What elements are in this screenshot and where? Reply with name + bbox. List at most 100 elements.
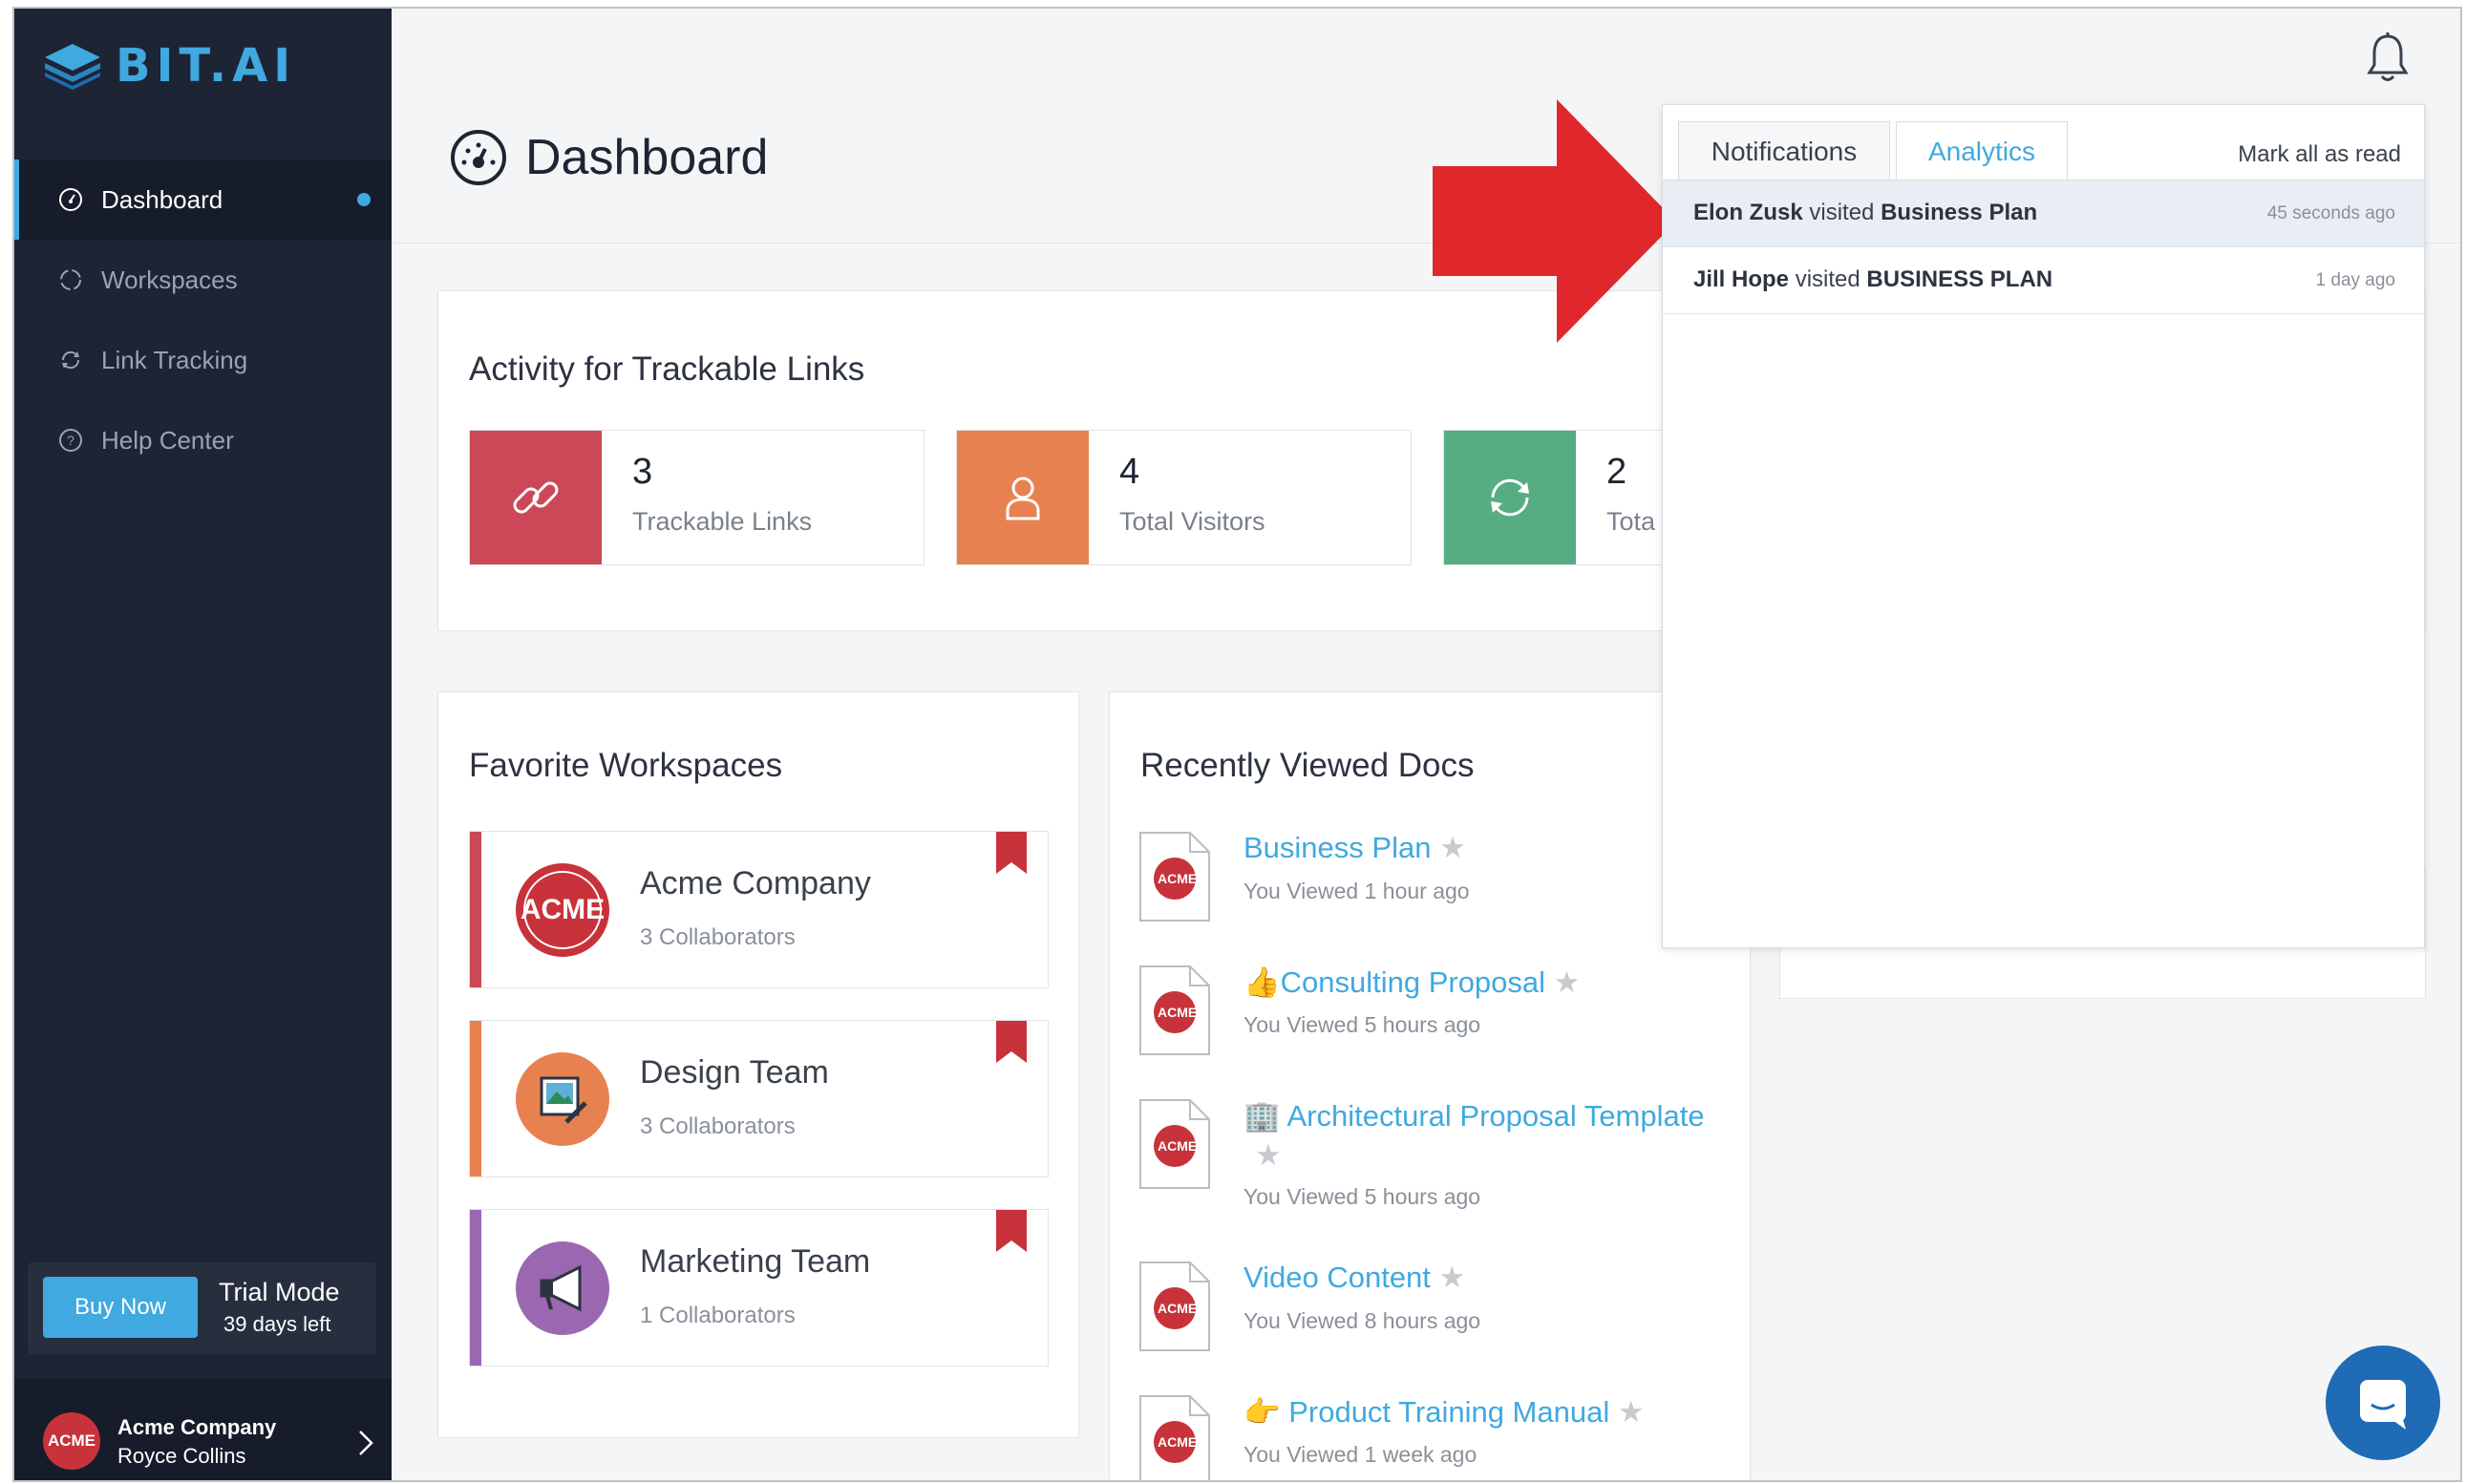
stat-icon-box xyxy=(957,431,1089,564)
file-badge-text: ACME xyxy=(1158,1434,1198,1450)
avatar: ACME xyxy=(516,863,609,957)
notification-text: Elon Zusk visited Business Plan xyxy=(1693,200,2037,226)
bookmark-icon[interactable] xyxy=(996,1210,1027,1252)
avatar xyxy=(516,1052,609,1146)
logo-text: BIT.AI xyxy=(116,39,297,93)
page-title: Dashboard xyxy=(449,128,768,187)
doc-title: 👉 Product Training Manual xyxy=(1244,1395,1610,1429)
file-badge-text: ACME xyxy=(1158,871,1198,886)
star-icon[interactable]: ★ xyxy=(1439,831,1466,864)
notification-text: Jill Hope visited BUSINESS PLAN xyxy=(1693,266,2052,293)
stat-label: Total Visitors xyxy=(1119,507,1265,536)
sidebar-item-help-center[interactable]: ? Help Center xyxy=(14,400,392,480)
sidebar-item-label: Dashboard xyxy=(101,184,223,214)
notification-doc: Business Plan xyxy=(1881,200,2038,225)
notification-item[interactable]: Jill Hope visited BUSINESS PLAN 1 day ag… xyxy=(1663,247,2424,314)
workspace-color-bar xyxy=(470,1021,481,1177)
page-title-text: Dashboard xyxy=(525,130,769,185)
dashboard-icon xyxy=(451,130,506,185)
star-icon[interactable]: ★ xyxy=(1554,965,1581,999)
brand-logo[interactable]: BIT.AI xyxy=(43,37,296,95)
trial-days-left: 39 days left xyxy=(223,1312,331,1336)
doc-title-link[interactable]: 🏢 Architectural Proposal Template xyxy=(1244,1098,1705,1134)
notifications-popup: Notifications Analytics Mark all as read… xyxy=(1662,104,2425,948)
workspace-card-design-team[interactable]: Design Team 3 Collaborators xyxy=(469,1020,1049,1177)
doc-title: 🏢 Architectural Proposal Template xyxy=(1244,1099,1705,1133)
user-icon xyxy=(1006,477,1040,520)
notification-doc: BUSINESS PLAN xyxy=(1866,266,2053,292)
doc-viewed-time: You Viewed 5 hours ago xyxy=(1244,1184,1481,1209)
notification-item[interactable]: Elon Zusk visited Business Plan 45 secon… xyxy=(1663,180,2424,247)
stat-trackable-links[interactable]: 3 Trackable Links xyxy=(469,430,925,565)
stat-total-visitors[interactable]: 4 Total Visitors xyxy=(956,430,1412,565)
doc-title-link[interactable]: Video Content ★ xyxy=(1244,1261,1465,1295)
sidebar-item-link-tracking[interactable]: Link Tracking xyxy=(14,320,392,400)
workspaces-icon xyxy=(57,266,84,293)
doc-title-link[interactable]: Business Plan ★ xyxy=(1244,831,1466,865)
chevron-right-icon xyxy=(359,1431,373,1455)
buy-now-button[interactable]: Buy Now xyxy=(43,1277,198,1338)
trial-mode-label: Trial Mode xyxy=(219,1278,340,1306)
favorite-workspaces-panel: Favorite Workspaces ACME Acme Company 3 … xyxy=(437,691,1079,1438)
workspace-name: Design Team xyxy=(640,1054,829,1091)
dashboard-icon xyxy=(57,186,84,213)
file-badge-text: ACME xyxy=(1158,1138,1198,1154)
stat-label: Trackable Links xyxy=(632,507,813,536)
doc-viewed-time: You Viewed 8 hours ago xyxy=(1244,1308,1481,1333)
doc-title-link[interactable]: 👍Consulting Proposal ★ xyxy=(1244,965,1580,1000)
doc-viewed-time: You Viewed 1 week ago xyxy=(1244,1442,1477,1467)
star-icon[interactable]: ★ xyxy=(1255,1138,1282,1173)
recent-docs-panel: Recently Viewed Docs ACME Business Plan … xyxy=(1109,691,1751,1480)
picture-edit-icon xyxy=(540,1076,587,1124)
star-icon[interactable]: ★ xyxy=(1618,1395,1645,1429)
doc-title-link[interactable]: 👉 Product Training Manual ★ xyxy=(1244,1394,1645,1430)
recent-title: Recently Viewed Docs xyxy=(1140,747,1475,784)
mark-all-read-link[interactable]: Mark all as read xyxy=(2238,141,2401,168)
stat-value: 3 xyxy=(632,452,653,492)
app-window: BIT.AI Dashboard Workspaces Link Trackin… xyxy=(12,7,2462,1482)
notification-verb: visited xyxy=(1795,266,1860,292)
bell-icon[interactable] xyxy=(2365,32,2411,84)
workspace-card-acme[interactable]: ACME Acme Company 3 Collaborators xyxy=(469,831,1049,988)
megaphone-icon xyxy=(540,1264,582,1312)
doc-viewed-time: You Viewed 5 hours ago xyxy=(1244,1012,1481,1037)
red-arrow-annotation xyxy=(1433,99,1676,343)
notification-verb: visited xyxy=(1809,200,1875,225)
stat-icon-box xyxy=(1444,431,1576,564)
sidebar-item-workspaces[interactable]: Workspaces xyxy=(14,240,392,320)
workspace-color-bar xyxy=(470,832,481,987)
file-badge-text: ACME xyxy=(1158,1005,1198,1020)
refresh-icon xyxy=(1491,478,1529,517)
workspace-name: Acme Company xyxy=(640,865,871,901)
stat-icon-box xyxy=(470,431,602,564)
link-tracking-icon xyxy=(57,347,84,373)
sidebar-item-label: Link Tracking xyxy=(101,345,248,374)
stat-label: Tota xyxy=(1606,507,1656,536)
notification-time: 45 seconds ago xyxy=(2266,203,2395,223)
account-company: Acme Company xyxy=(117,1415,277,1439)
active-indicator-dot xyxy=(357,193,371,206)
activity-title: Activity for Trackable Links xyxy=(469,350,865,388)
file-badge-text: ACME xyxy=(1158,1301,1198,1316)
notification-time: 1 day ago xyxy=(2315,270,2395,290)
account-user-name: Royce Collins xyxy=(117,1444,246,1468)
bookmark-icon[interactable] xyxy=(996,1021,1027,1063)
sidebar-item-dashboard[interactable]: Dashboard xyxy=(14,159,392,240)
account-switcher[interactable]: ACME Acme Company Royce Collins xyxy=(14,1379,392,1480)
stat-value: 2 xyxy=(1606,452,1627,492)
svg-text:?: ? xyxy=(67,433,74,448)
workspace-collaborators: 1 Collaborators xyxy=(640,1303,796,1328)
help-icon: ? xyxy=(57,427,84,454)
workspace-collaborators: 3 Collaborators xyxy=(640,1113,796,1139)
avatar-text: ACME xyxy=(520,894,606,925)
avatar: ACME xyxy=(43,1412,100,1470)
bookmark-icon[interactable] xyxy=(996,832,1027,874)
chat-support-button[interactable] xyxy=(2326,1346,2440,1460)
sidebar: BIT.AI Dashboard Workspaces Link Trackin… xyxy=(14,9,392,1480)
tab-notifications[interactable]: Notifications xyxy=(1678,121,1890,180)
chat-icon xyxy=(2360,1380,2406,1430)
tab-analytics[interactable]: Analytics xyxy=(1896,121,2068,180)
workspace-card-marketing-team[interactable]: Marketing Team 1 Collaborators xyxy=(469,1209,1049,1367)
workspace-name: Marketing Team xyxy=(640,1243,871,1280)
star-icon[interactable]: ★ xyxy=(1439,1261,1466,1294)
